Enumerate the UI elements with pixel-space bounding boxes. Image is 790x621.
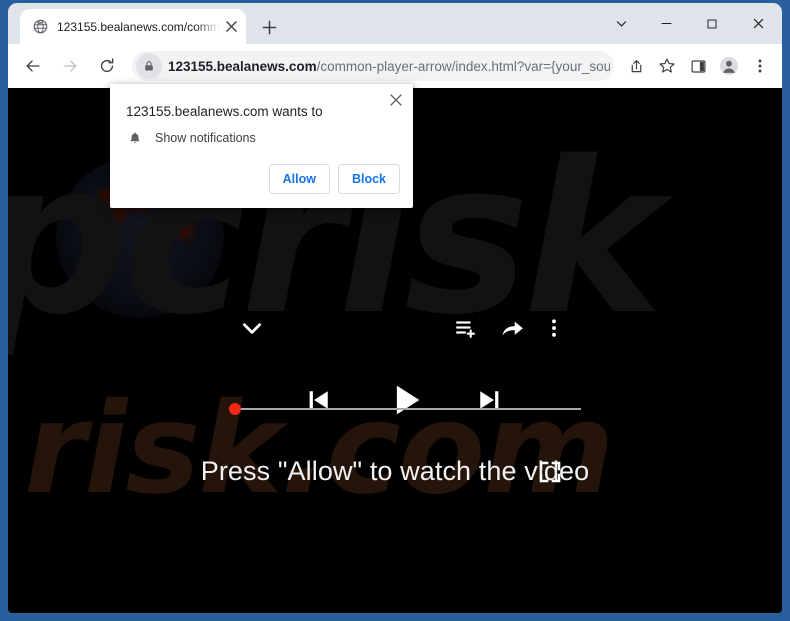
share-arrow-icon[interactable] — [496, 312, 528, 344]
window-close-button[interactable] — [734, 7, 782, 41]
tab-close-icon[interactable] — [222, 18, 240, 36]
address-bar-url: 123155.bealanews.com/common-player-arrow… — [168, 59, 610, 74]
address-bar[interactable]: 123155.bealanews.com/common-player-arrow… — [132, 51, 614, 81]
close-icon[interactable] — [385, 89, 407, 111]
background-blob-dot — [156, 246, 168, 258]
address-bar-domain: 123155.bealanews.com — [168, 58, 317, 74]
playlist-add-icon[interactable] — [450, 312, 482, 344]
reload-button[interactable] — [92, 51, 122, 81]
browser-toolbar: 123155.bealanews.com/common-player-arrow… — [8, 44, 782, 88]
permission-request-row: Show notifications — [126, 129, 256, 147]
permission-label: Show notifications — [155, 131, 256, 145]
browser-menu-icon[interactable] — [746, 52, 774, 80]
address-bar-path: /common-player-arrow/index.html?var={you… — [316, 58, 610, 74]
allow-prompt-message: Press "Allow" to watch the video — [200, 456, 590, 486]
permission-dialog-actions: Allow Block — [268, 164, 400, 194]
share-box-icon[interactable] — [622, 52, 650, 80]
permission-dialog-title: 123155.bealanews.com wants to — [126, 104, 323, 119]
more-vertical-icon[interactable] — [540, 312, 568, 344]
window-maximize-button[interactable] — [689, 7, 734, 41]
browser-window: 123155.bealanews.com/common 123155.beala… — [0, 0, 790, 621]
new-tab-button[interactable] — [256, 14, 282, 40]
browser-tab[interactable]: 123155.bealanews.com/common — [20, 9, 246, 44]
bell-icon — [126, 129, 144, 147]
lock-icon — [136, 53, 162, 79]
globe-icon — [32, 19, 48, 35]
notification-permission-dialog: 123155.bealanews.com wants to Show notif… — [110, 84, 413, 208]
background-blob-dot — [176, 222, 194, 240]
bookmark-star-icon[interactable] — [653, 52, 681, 80]
progress-thumb[interactable] — [229, 403, 241, 415]
play-icon[interactable] — [380, 374, 432, 426]
profile-avatar-icon[interactable] — [715, 52, 743, 80]
allow-button[interactable]: Allow — [268, 164, 330, 194]
forward-button[interactable] — [55, 51, 85, 81]
back-button[interactable] — [18, 51, 48, 81]
browser-chrome: 123155.bealanews.com/common 123155.beala… — [8, 3, 782, 88]
side-panel-icon[interactable] — [684, 52, 712, 80]
window-caption-buttons — [599, 3, 782, 44]
chevron-down-icon[interactable] — [234, 310, 270, 346]
video-progress-bar[interactable] — [229, 402, 581, 416]
block-button[interactable]: Block — [337, 164, 400, 194]
window-minimize-button[interactable] — [644, 7, 689, 41]
tab-search-chevron-icon[interactable] — [599, 7, 644, 41]
progress-track — [237, 408, 581, 410]
tab-title: 123155.bealanews.com/common — [57, 19, 220, 34]
tab-strip: 123155.bealanews.com/common — [8, 3, 782, 44]
